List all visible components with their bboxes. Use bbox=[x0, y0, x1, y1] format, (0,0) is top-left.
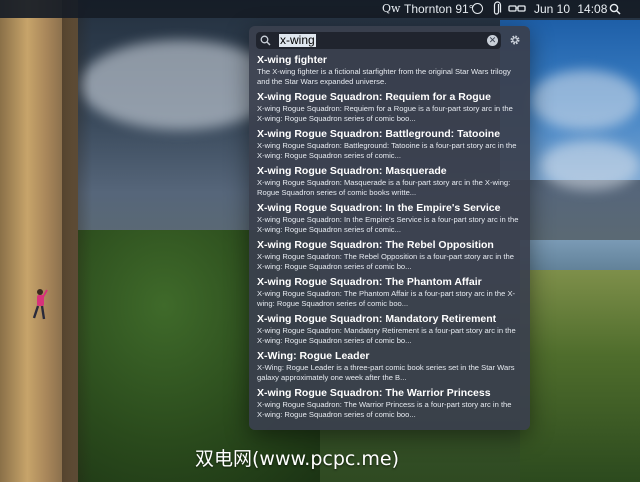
result-description: X-wing Rogue Squadron: Masquerade is a f… bbox=[257, 178, 511, 197]
search-result[interactable]: X-wing Rogue Squadron: The Warrior Princ… bbox=[249, 387, 530, 423]
result-title: X-wing fighter bbox=[257, 54, 327, 66]
search-result[interactable]: X-wing Rogue Squadron: Requiem for a Rog… bbox=[249, 91, 530, 127]
search-result[interactable]: X-wing Rogue Squadron: The Rebel Opposit… bbox=[249, 239, 530, 275]
result-title: X-wing Rogue Squadron: Battleground: Tat… bbox=[257, 128, 501, 140]
cloud bbox=[530, 70, 640, 130]
search-result[interactable]: X-wing Rogue Squadron: In the Empire's S… bbox=[249, 202, 530, 238]
result-description: X-wing Rogue Squadron: Requiem for a Rog… bbox=[257, 104, 513, 123]
result-title: X-wing Rogue Squadron: In the Empire's S… bbox=[257, 202, 501, 214]
valley bbox=[520, 270, 640, 482]
result-title: X-wing Rogue Squadron: Masquerade bbox=[257, 165, 447, 177]
result-description: X-wing Rogue Squadron: The Rebel Opposit… bbox=[257, 252, 514, 271]
menu-bar: Qw Thornton 91° Jun 10 14:08 bbox=[0, 0, 640, 18]
clear-icon[interactable]: ✕ bbox=[487, 35, 498, 46]
result-description: The X-wing fighter is a fictional starfi… bbox=[257, 67, 511, 86]
search-result[interactable]: X-Wing: Rogue Leader X-Wing: Rogue Leader… bbox=[249, 350, 530, 386]
circle-icon[interactable] bbox=[472, 3, 483, 14]
gear-icon[interactable] bbox=[509, 34, 521, 46]
result-title: X-wing Rogue Squadron: The Phantom Affai… bbox=[257, 276, 482, 288]
result-title: X-wing Rogue Squadron: The Rebel Opposit… bbox=[257, 239, 494, 251]
date-text: Jun 10 bbox=[534, 2, 571, 16]
result-description: X-wing Rogue Squadron: The Phantom Affai… bbox=[257, 289, 516, 308]
spotlight-search-icon[interactable] bbox=[609, 0, 621, 18]
result-title: X-wing Rogue Squadron: Requiem for a Rog… bbox=[257, 91, 491, 103]
search-icon bbox=[260, 35, 271, 46]
search-input[interactable]: x-wing bbox=[279, 34, 316, 47]
result-description: X-Wing: Rogue Leader is a three-part com… bbox=[257, 363, 515, 382]
cloud bbox=[540, 140, 640, 190]
watermark: 双电网(www.pcpc.me) bbox=[195, 448, 399, 470]
paperclip-icon[interactable] bbox=[492, 0, 502, 18]
cliff-shadow bbox=[62, 0, 92, 482]
search-bar: x-wing ✕ bbox=[256, 32, 501, 49]
time-text: 14:08 bbox=[577, 2, 608, 16]
result-title: X-wing Rogue Squadron: Mandatory Retirem… bbox=[257, 313, 497, 325]
result-description: X-wing Rogue Squadron: In the Empire's S… bbox=[257, 215, 519, 234]
search-result[interactable]: X-wing Rogue Squadron: Battleground: Tat… bbox=[249, 128, 530, 164]
spotlight-panel: x-wing ✕ X-wing fighter The X-wing fighte… bbox=[249, 26, 530, 430]
search-result[interactable]: X-wing Rogue Squadron: Masquerade X-wing … bbox=[249, 165, 530, 201]
search-result[interactable]: X-wing fighter The X-wing fighter is a fi… bbox=[249, 54, 530, 90]
weather-menu-extra[interactable]: Thornton 91° bbox=[404, 0, 474, 18]
qw-menu-extra[interactable]: Qw bbox=[382, 0, 400, 18]
result-title: X-Wing: Rogue Leader bbox=[257, 350, 370, 362]
result-description: X-wing Rogue Squadron: Battleground: Tat… bbox=[257, 141, 517, 160]
clock[interactable]: Jun 10 14:08 bbox=[534, 0, 607, 18]
search-result[interactable]: X-wing Rogue Squadron: The Phantom Affai… bbox=[249, 276, 530, 312]
result-description: X-wing Rogue Squadron: Mandatory Retirem… bbox=[257, 326, 516, 345]
result-title: X-wing Rogue Squadron: The Warrior Princ… bbox=[257, 387, 491, 399]
climber-figure bbox=[32, 289, 48, 320]
search-result[interactable]: X-wing Rogue Squadron: Mandatory Retirem… bbox=[249, 313, 530, 349]
glasses-icon[interactable] bbox=[508, 0, 526, 18]
result-description: X-wing Rogue Squadron: The Warrior Princ… bbox=[257, 400, 512, 419]
